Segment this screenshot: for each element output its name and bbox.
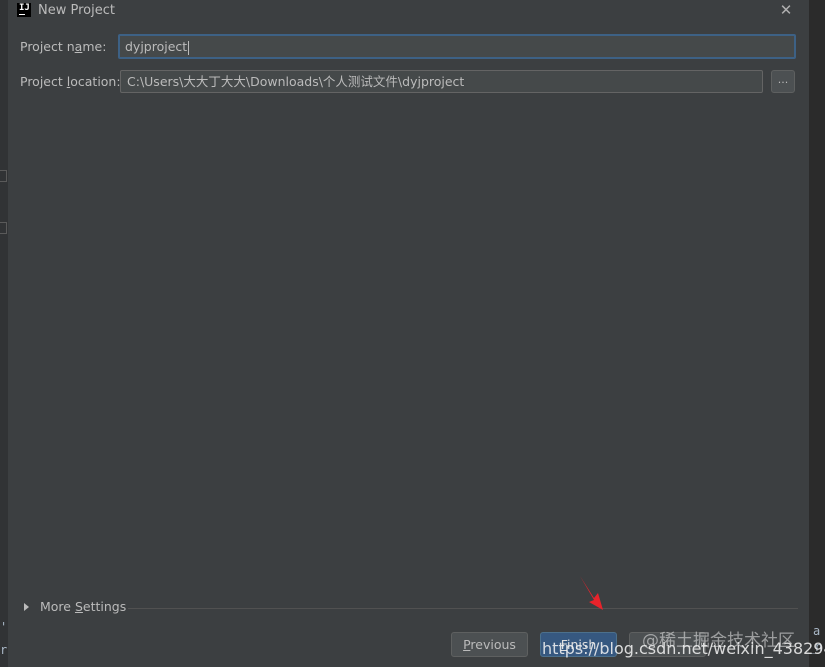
more-settings-label: More Settings [40,599,127,614]
previous-button[interactable]: Previous [451,632,528,657]
intellij-logo-icon: IJ [17,3,31,17]
triangle-right-icon [24,603,29,611]
csdn-watermark: https://blog.csdn.net/weixin_43829443 [542,639,825,658]
dialog-titlebar[interactable]: IJ New Project ✕ [8,0,810,22]
close-icon[interactable]: ✕ [778,2,794,18]
ide-background-text: r [0,643,8,657]
project-location-input[interactable]: C:\Users\大大丁大大\Downloads\个人测试文件\dyjproje… [120,70,763,93]
ide-background-gutter [0,0,8,667]
ide-background-marker [0,222,7,234]
text-caret [188,40,190,55]
project-location-label: Project location: [20,74,121,89]
annotation-arrow-icon [580,576,603,610]
project-name-input[interactable]: dyjproject [118,34,796,59]
ide-background-text: a [813,624,821,638]
more-settings-separator [128,608,798,609]
project-name-label: Project name: [20,39,107,54]
ide-background-right [810,0,825,667]
dialog-title: New Project [38,3,115,18]
ide-background-marker [0,170,7,182]
browse-button[interactable]: ... [771,70,795,93]
new-project-dialog: IJ New Project ✕ Project name: dyjprojec… [8,0,810,667]
